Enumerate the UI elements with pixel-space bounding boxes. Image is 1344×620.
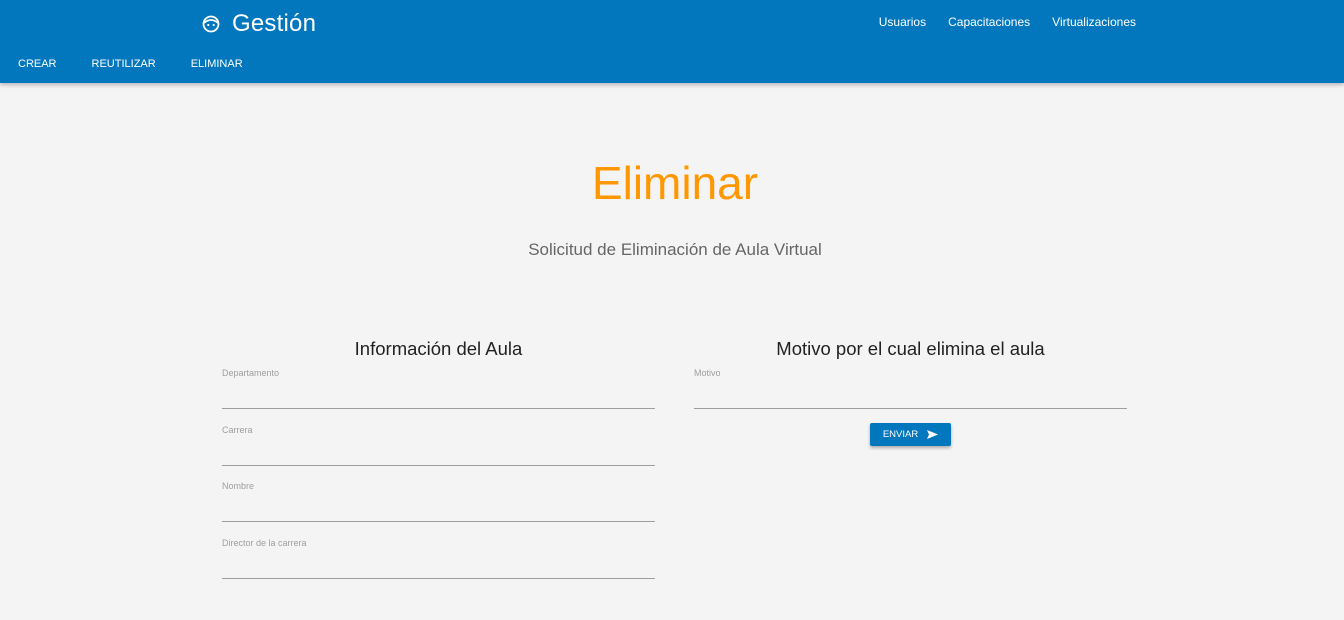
director-label: Director de la carrera [222,538,307,548]
tab-eliminar[interactable]: ELIMINAR [191,58,243,70]
motivo-section-heading: Motivo por el cual elimina el aula [776,338,1045,359]
brand-title: Gestión [232,10,317,37]
departamento-field-group: Departamento [222,368,655,409]
top-nav-links: Usuarios Capacitaciones Virtualizaciones [879,15,1136,29]
nav-link-capacitaciones[interactable]: Capacitaciones [948,15,1030,29]
director-input[interactable] [222,548,655,579]
top-navbar: Gestión Usuarios Capacitaciones Virtuali… [0,0,1344,83]
page-title: Eliminar [591,157,759,209]
director-field-group: Director de la carrera [222,538,655,579]
aula-section-heading: Información del Aula [354,338,523,359]
nombre-label: Nombre [222,481,255,491]
motivo-field-group: Motivo [694,368,1127,409]
departamento-input[interactable] [222,378,655,409]
departamento-label: Departamento [222,368,280,378]
nav-link-usuarios[interactable]: Usuarios [879,15,926,29]
carrera-input[interactable] [222,435,655,466]
nav-link-virtualizaciones[interactable]: Virtualizaciones [1052,15,1136,29]
nombre-input[interactable] [222,491,655,522]
tab-reutilizar[interactable]: REUTILIZAR [92,58,156,70]
carrera-field-group: Carrera [222,425,655,466]
page-subtitle: Solicitud de Eliminación de Aula Virtual [528,240,822,259]
enviar-button[interactable]: ENVIAR [870,423,951,446]
motivo-input[interactable] [694,378,1127,409]
nombre-field-group: Nombre [222,481,655,522]
carrera-label: Carrera [222,425,253,435]
sub-nav-tabs: CREAR REUTILIZAR ELIMINAR [18,58,278,70]
tab-crear[interactable]: CREAR [18,58,57,70]
send-icon [927,430,939,439]
motivo-label: Motivo [694,368,721,378]
face-icon [201,14,221,34]
brand-logo-link[interactable]: Gestión [201,8,316,40]
enviar-button-label: ENVIAR [882,429,919,440]
